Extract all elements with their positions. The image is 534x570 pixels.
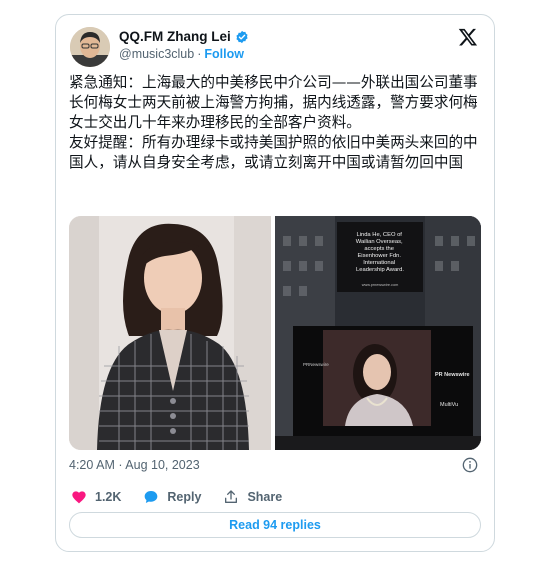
share-icon [225,490,238,503]
tweet-text: 紧急通知：上海最大的中美移民中介公司——外联出国公司董事长何梅女士两天前被上海警… [69,73,487,173]
verified-badge-icon [236,30,248,43]
heart-icon [72,491,86,504]
share-label: Share [247,490,283,504]
author-display-name[interactable]: QQ.FM Zhang Lei [119,29,231,44]
info-icon[interactable] [462,457,478,473]
sign-prn: PR Newswire [435,372,470,378]
author-name-row: QQ.FM Zhang Lei [119,29,249,44]
billboard-text: Linda He, CEO of Wailian Overseas, accep… [356,232,405,273]
like-button[interactable]: 1.2K [71,489,121,505]
tweet-media: Linda He, CEO of Wailian Overseas, accep… [69,216,481,450]
media-photo-billboard[interactable]: Linda He, CEO of Wailian Overseas, accep… [275,216,481,450]
billboard-url: www.prnewswire.com [362,283,399,287]
like-count: 1.2K [95,490,122,504]
read-replies-button[interactable]: Read 94 replies [69,512,481,538]
tweet-paragraph: 友好提醒：所有办理绿卡或持美国护照的依旧中美两头来回的中国人，请从自身安全考虑，… [69,134,478,171]
sign-multivu: MultiVu [440,402,458,408]
reply-label: Reply [167,490,202,504]
share-button[interactable]: Share [223,489,282,505]
follow-button[interactable]: Follow [204,47,244,61]
tweet-paragraph: 紧急通知：上海最大的中美移民中介公司——外联出国公司董事长何梅女士两天前被上海警… [69,74,478,131]
tweet-timestamp[interactable]: 4:20 AM · Aug 10, 2023 [69,458,200,472]
tweet-card: QQ.FM Zhang Lei @music3club · Follow 紧急通… [55,14,495,552]
author-handle-row: @music3club · Follow [119,47,244,61]
sign-left: PRNewswire [303,362,329,367]
handle-separator: · [197,47,202,61]
media-photo-portrait[interactable] [69,216,271,450]
action-bar: 1.2K Reply Share [71,489,304,505]
x-logo-icon[interactable] [458,27,478,47]
avatar[interactable] [70,27,110,67]
reply-button[interactable]: Reply [143,489,201,505]
reply-bubble-icon [145,491,158,503]
author-handle[interactable]: @music3club [119,47,194,61]
